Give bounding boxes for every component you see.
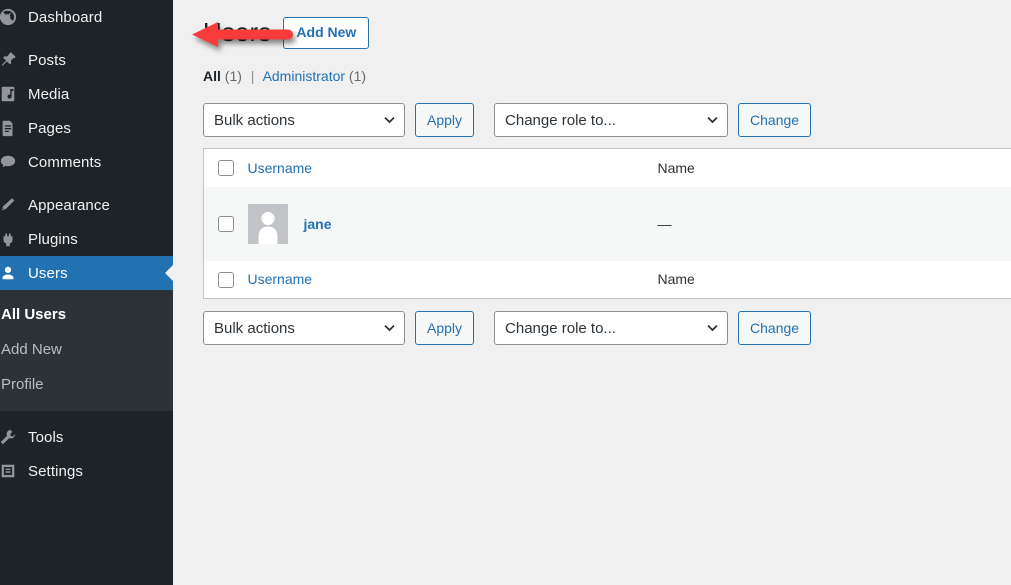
filter-administrator-label[interactable]: Administrator (263, 68, 345, 84)
bulk-actions-value: Bulk actions (214, 111, 295, 129)
column-header-name-top: Name (657, 159, 695, 176)
sidebar-item-pages[interactable]: Pages (0, 111, 173, 145)
column-header-username-top[interactable]: Username (248, 149, 658, 187)
admin-sidebar-menu: Dashboard Posts Media Pages Comments App… (0, 0, 173, 585)
filter-all-label[interactable]: All (203, 68, 221, 84)
sidebar-item-appearance[interactable]: Appearance (0, 188, 173, 222)
change-role-select-top[interactable]: Change role to... (494, 103, 729, 137)
page-header: Users Add New (203, 0, 1011, 50)
filter-separator: | (250, 68, 255, 84)
sidebar-item-label: Pages (28, 119, 72, 137)
sidebar-item-label: Settings (28, 462, 83, 480)
sidebar-item-label: Users (28, 264, 68, 282)
row-username-cell: jane (247, 187, 658, 261)
submenu-item-label: Add New (1, 341, 62, 358)
wordpress-admin-screen: Dashboard Posts Media Pages Comments App… (0, 0, 1011, 585)
change-button-bottom[interactable]: Change (738, 311, 812, 345)
chevron-down-icon (706, 321, 718, 335)
bulk-actions-select-bottom[interactable]: Bulk actions (203, 311, 405, 345)
sidebar-item-posts[interactable]: Posts (0, 43, 173, 77)
table-row: jane — (203, 186, 1011, 261)
column-header-name-bottom: Name (657, 271, 695, 288)
main-content-area: Users Add New All (1) | Administrator (1… (183, 0, 1011, 585)
change-role-select-bottom[interactable]: Change role to... (494, 311, 729, 345)
table-header-row: Username Name (204, 149, 1011, 187)
sidebar-item-tools[interactable]: Tools (0, 420, 173, 454)
page-title: Users (203, 17, 272, 48)
users-table-foot: Username Name (204, 261, 1011, 299)
sidebar-item-settings[interactable]: Settings (0, 454, 173, 488)
avatar (247, 203, 288, 244)
chevron-down-icon (706, 113, 718, 127)
row-name-cell: — (657, 215, 672, 232)
apply-button-bottom[interactable]: Apply (415, 311, 475, 345)
row-overflow-cell (878, 187, 1011, 261)
table-footer-row: Username Name (204, 261, 1011, 299)
sidebar-item-dashboard[interactable]: Dashboard (0, 0, 173, 34)
column-header-overflow-top (878, 149, 1011, 187)
change-button-top[interactable]: Change (738, 103, 812, 137)
row-checkbox[interactable] (218, 216, 234, 233)
column-header-username-bottom[interactable]: Username (248, 261, 658, 299)
users-table-body: jane — (203, 186, 1011, 261)
chevron-down-icon (383, 113, 395, 127)
sidebar-item-plugins[interactable]: Plugins (0, 222, 173, 256)
bulk-actions-select-top[interactable]: Bulk actions (203, 103, 405, 137)
comments-icon (0, 152, 25, 172)
sidebar-item-comments[interactable]: Comments (0, 145, 173, 179)
select-all-header (204, 149, 248, 187)
submenu-item-all-users[interactable]: All Users (0, 297, 173, 332)
row-select-cell (204, 187, 248, 261)
plugins-icon (0, 229, 25, 249)
submenu-item-profile[interactable]: Profile (0, 367, 173, 402)
dashboard-icon (0, 7, 25, 27)
appearance-icon (0, 195, 25, 215)
apply-button-top[interactable]: Apply (415, 103, 475, 137)
chevron-down-icon (383, 321, 395, 335)
sidebar-item-label: Tools (28, 428, 64, 446)
users-table-head: Username Name (204, 149, 1011, 187)
tablenav-top: Bulk actions Apply Change role to... Cha… (203, 102, 1011, 138)
tablenav-bottom: Bulk actions Apply Change role to... Cha… (203, 310, 1011, 346)
users-submenu: All Users Add New Profile (0, 290, 173, 411)
sidebar-item-label: Comments (28, 153, 102, 171)
select-all-footer (204, 261, 248, 299)
filter-administrator-count: (1) (348, 68, 367, 84)
sidebar-item-label: Posts (28, 51, 67, 69)
sidebar-item-label: Plugins (28, 230, 78, 248)
sidebar-item-label: Appearance (28, 196, 110, 214)
pin-icon (0, 50, 25, 70)
users-icon (0, 263, 25, 283)
submenu-item-add-new[interactable]: Add New (0, 332, 173, 367)
bulk-actions-value: Bulk actions (214, 319, 295, 337)
tools-icon (0, 427, 25, 447)
sidebar-item-media[interactable]: Media (0, 77, 173, 111)
settings-icon (0, 461, 25, 481)
filter-all-count: (1) (224, 68, 242, 84)
change-role-value: Change role to... (505, 319, 616, 337)
sidebar-item-users[interactable]: Users (0, 256, 173, 290)
column-header-overflow-bottom (878, 261, 1011, 299)
users-table: Username Name jane — Username Name (203, 148, 1011, 299)
sidebar-item-label: Media (28, 85, 70, 103)
add-new-button[interactable]: Add New (283, 16, 370, 50)
user-role-filters: All (1) | Administrator (1) (203, 62, 1011, 90)
page-icon (0, 118, 25, 138)
media-icon (0, 84, 25, 104)
sidebar-item-label: Dashboard (28, 8, 103, 26)
select-all-checkbox-bottom[interactable] (218, 271, 234, 288)
submenu-item-label: Profile (1, 376, 44, 393)
select-all-checkbox-top[interactable] (218, 160, 234, 177)
username-link[interactable]: jane (304, 216, 332, 232)
submenu-item-label: All Users (1, 306, 67, 323)
change-role-value: Change role to... (505, 111, 616, 129)
